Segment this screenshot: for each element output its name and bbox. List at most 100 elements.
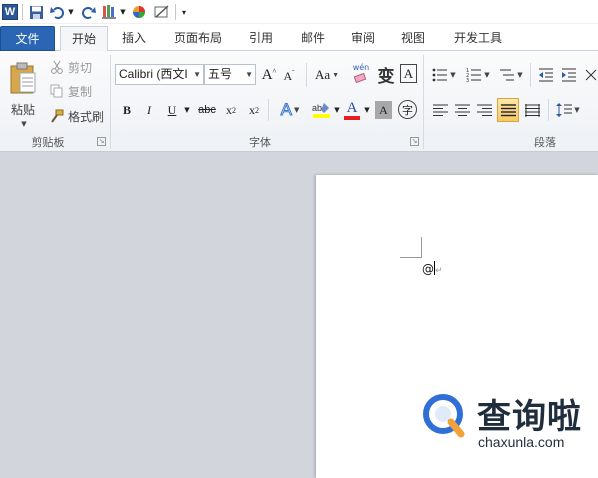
save-icon[interactable] [27,3,45,21]
font-separator [268,99,269,121]
font-color-swatch [344,115,360,120]
scissors-icon [51,60,63,74]
color-wheel-icon[interactable] [131,3,147,21]
font-name-dropdown-icon[interactable]: ▼ [193,65,201,84]
clipboard-launcher-icon[interactable]: ↘ [97,137,106,146]
clipboard-icon [10,62,36,93]
align-center-button[interactable] [452,99,472,121]
highlight-dropdown-icon[interactable]: ▼ [333,103,341,117]
line-spacing-dropdown-icon[interactable]: ▼ [574,106,579,114]
copy-icon [50,84,63,98]
align-right-button[interactable] [474,99,494,121]
superscript-button[interactable]: x2 [245,100,263,120]
paste-dropdown-icon[interactable]: ▼ [21,120,26,128]
text-effects-button[interactable]: A ▼ [275,99,305,121]
increase-indent-icon [562,68,576,82]
clear-format-label: wén [352,63,370,72]
bullets-dropdown-icon[interactable]: ▼ [450,71,455,79]
align-left-button[interactable] [430,99,450,121]
numbering-dropdown-icon[interactable]: ▼ [484,71,489,79]
subscript-mark: 2 [232,105,236,115]
cut-label: 剪切 [68,60,93,75]
char-border-button[interactable]: A [400,64,417,83]
word-logo-icon: W [2,4,18,20]
tab-view[interactable]: 视图 [391,26,435,51]
chinese-layout-button[interactable] [584,64,598,86]
eraser-icon [353,72,367,84]
italic-button[interactable]: I [140,100,158,120]
text-effects-dropdown-icon[interactable]: ▼ [294,106,299,114]
tab-developer[interactable]: 开发工具 [445,26,511,51]
text-effects-icon: A [280,100,292,120]
tab-review[interactable]: 审阅 [341,26,385,51]
cut-button[interactable]: 剪切 [50,58,92,76]
numbering-button[interactable]: 1 2 3 ▼ [464,64,492,86]
font-size-dropdown-icon[interactable]: ▼ [245,65,253,84]
char-shading-button[interactable]: A [375,101,392,119]
paint-dropdown-icon[interactable]: ▼ [119,3,127,21]
paragraph-separator [530,63,531,87]
multilevel-dropdown-icon[interactable]: ▼ [517,71,522,79]
font-size-combo[interactable]: 五号 ▼ [204,64,256,85]
tab-file[interactable]: 文件 [0,26,55,51]
customize-qat-icon[interactable]: ▾ [179,3,189,21]
font-launcher-icon[interactable]: ↘ [410,137,419,146]
paste-button[interactable]: 粘贴 ▼ [6,55,40,133]
document-page[interactable]: @↵ 查询啦 chaxunla.com [316,175,598,478]
font-color-dropdown-icon[interactable]: ▼ [363,103,371,117]
ribbon-home: 粘贴 ▼ 剪切 复制 格式刷 剪贴板 ↘ Calibri (西文I ▼ 五号 ▼ A… [0,51,598,152]
strikethrough-button[interactable]: abc [196,100,218,120]
paragraph-separator [548,99,549,121]
tab-home[interactable]: 开始 [60,26,108,52]
quick-access-toolbar: W ▼ ▼ ▾ [0,0,598,24]
decrease-indent-button[interactable] [536,64,556,86]
font-group-label: 字体 [249,136,271,149]
chinese-layout-icon [585,69,597,81]
change-case-button[interactable]: Aa ▼ [313,65,341,85]
undo-icon[interactable] [48,3,68,21]
bold-button[interactable]: B [118,100,136,120]
clipboard-group-label: 剪贴板 [31,136,65,149]
clear-format-button[interactable]: wén [350,63,372,85]
redo-icon[interactable] [80,3,96,21]
paint-icon[interactable] [100,3,120,21]
line-spacing-button[interactable]: ▼ [554,99,582,121]
enclose-char-button[interactable]: 字 [398,100,417,119]
copy-button[interactable]: 复制 [50,82,92,100]
increase-indent-button[interactable] [559,64,579,86]
phonetic-guide-button[interactable]: 变 [375,63,397,87]
watermark-title: 查询啦 [477,397,582,437]
draw-table-icon[interactable] [153,3,171,21]
tab-page-layout[interactable]: 页面布局 [167,26,229,51]
distribute-button[interactable] [522,99,542,121]
brush-icon [51,109,64,123]
paste-label: 粘贴 [10,102,35,117]
svg-text:3: 3 [466,78,469,82]
underline-dropdown-icon[interactable]: ▼ [182,101,192,119]
group-separator [110,55,111,149]
shrink-font-button[interactable]: Aˇ [281,67,297,85]
bullets-button[interactable]: ▼ [430,64,458,86]
document-text[interactable]: @↵ [422,261,443,276]
distribute-icon [524,103,540,117]
tab-insert[interactable]: 插入 [112,26,156,51]
shrink-font-label: A [283,68,293,83]
change-case-dropdown-icon[interactable]: ▼ [332,71,339,79]
font-color-button[interactable]: A [341,99,363,121]
align-center-icon [454,104,470,116]
qat-separator [175,4,176,20]
multilevel-list-button[interactable]: ▼ [497,64,525,86]
subscript-button[interactable]: x2 [222,100,240,120]
grow-font-button[interactable]: A ^ [261,65,277,85]
svg-text:ab: ab [312,103,322,113]
tab-mailings[interactable]: 邮件 [291,26,335,51]
justify-button[interactable] [497,98,519,122]
format-painter-button[interactable]: 格式刷 [50,107,104,125]
underline-button[interactable]: U [163,100,181,120]
font-name-combo[interactable]: Calibri (西文I ▼ [115,64,204,85]
tab-references[interactable]: 引用 [239,26,283,51]
superscript-mark: 2 [255,105,259,115]
undo-dropdown-icon[interactable]: ▼ [67,3,75,21]
numbering-icon: 123 [466,68,482,82]
bullets-icon [432,68,448,82]
